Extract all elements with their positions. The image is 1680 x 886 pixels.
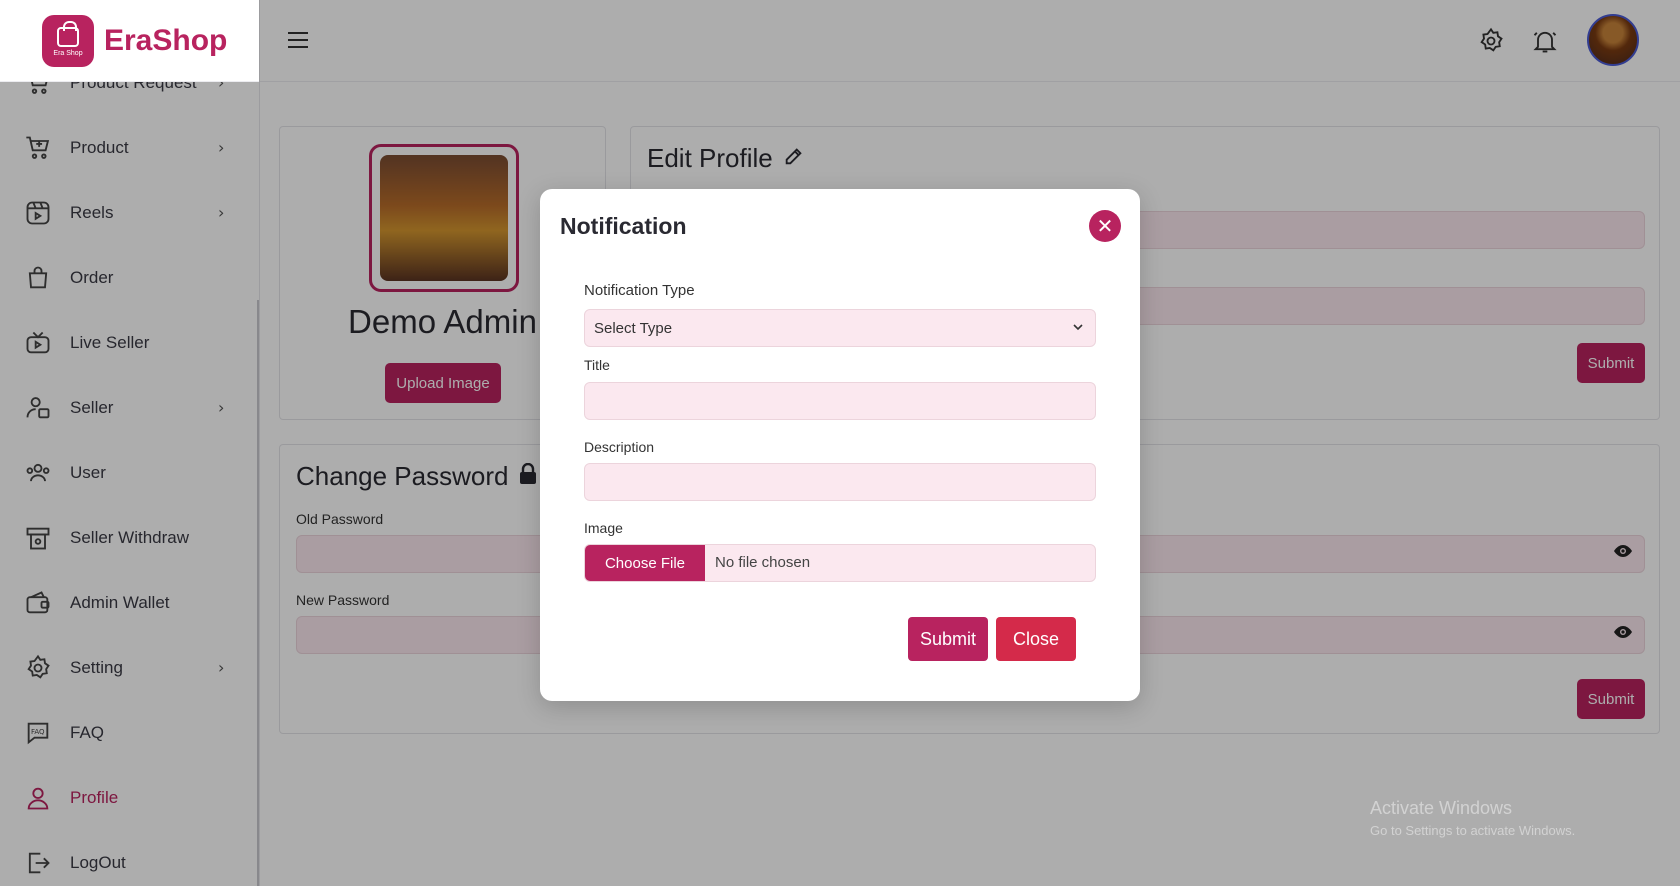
notification-modal: Notification ✕ Notification Type Select … [540, 189, 1140, 701]
logo: Era Shop [42, 14, 94, 67]
description-input[interactable] [584, 463, 1096, 501]
file-status-text: No file chosen [715, 554, 811, 571]
image-file-input[interactable]: Choose File No file chosen [584, 544, 1096, 582]
modal-title: Notification [560, 213, 687, 239]
brand[interactable]: Era Shop EraShop [0, 0, 259, 82]
notification-type-value: Select Type [594, 319, 673, 337]
submit-button[interactable]: Submit [908, 617, 988, 661]
notification-type-select[interactable]: Select Type [584, 309, 1096, 347]
chevron-down-icon [1071, 320, 1085, 337]
logo-caption: Era Shop [53, 49, 83, 57]
brand-name: EraShop [104, 23, 228, 57]
watermark-line-2: Go to Settings to activate Windows. [1370, 823, 1576, 838]
windows-activation-watermark: Activate Windows Go to Settings to activ… [1370, 798, 1575, 838]
title-input[interactable] [584, 382, 1096, 420]
watermark-line-1: Activate Windows [1370, 798, 1513, 818]
shopping-bag-icon [57, 20, 79, 47]
description-label: Description [584, 439, 655, 455]
choose-file-button[interactable]: Choose File [585, 545, 705, 581]
notification-type-label: Notification Type [584, 282, 695, 299]
image-label: Image [584, 520, 623, 536]
close-button[interactable]: Close [996, 617, 1076, 661]
close-icon[interactable]: ✕ [1089, 210, 1121, 242]
title-label: Title [584, 357, 610, 373]
